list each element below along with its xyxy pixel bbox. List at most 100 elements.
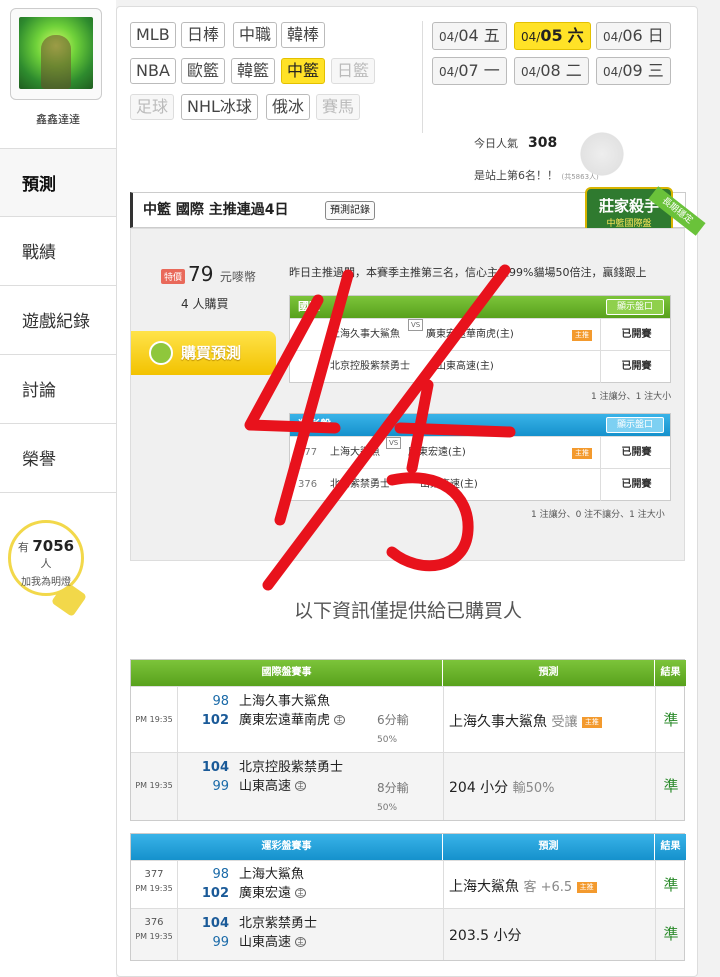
league-cpbl[interactable]: 中職 [233,22,278,48]
nav-item-record[interactable]: 戰績 [0,216,116,284]
nav-divider [0,492,116,493]
nav-item-discussion[interactable]: 討論 [0,354,116,422]
league-khl[interactable]: 俄冰 [266,94,311,120]
rank-line: 是站上第6名！！ (共5863人) [474,167,599,183]
away-team: 104 北京控股紫禁勇士 [189,758,343,777]
date-0405[interactable]: 04/05 六 [514,22,591,50]
title-streak: 主推連過4日 [208,202,289,218]
game-number: 377 [298,447,318,458]
game-time-value: PM 19:35 [135,932,173,941]
prediction-pick: 203.5 小分 [449,928,522,944]
intl-bet-note: 1 注讓分、1 注大小 [591,392,672,402]
fan-prefix: 有 [17,541,29,554]
date-0404[interactable]: 04/04 五 [432,22,507,50]
league-euro-basketball[interactable]: 歐籃 [181,58,226,84]
date-0408[interactable]: 04/08 二 [514,57,589,85]
date-weekday: 日 [647,26,664,45]
date-weekday: 五 [483,26,500,45]
game-time: 376 PM 19:35 [131,917,177,941]
home-number: 99 [212,779,229,794]
team-home: 山東高速(主) [420,479,478,490]
col-divider [443,909,444,960]
league-nhl[interactable]: NHL冰球 [181,94,258,120]
spread-value: 6分輸 [377,713,409,727]
buyer-count: 4 人購買 [181,297,229,311]
league-nba[interactable]: NBA [130,58,176,84]
date-0407[interactable]: 04/07 一 [432,57,507,85]
date-month: 04/ [439,65,459,79]
game-status: 已開賽 [600,437,672,469]
game-number: 376 [298,479,318,490]
game-time: PM 19:35 [135,715,173,724]
col-divider [443,753,444,820]
home-name: 山東高速 [239,779,292,794]
prediction: 上海久事大鯊魚 受讓 主推 [449,711,602,731]
result: 準 [663,925,679,943]
title-type: 國際 [175,202,204,218]
team-away: 北京紫禁勇士 [330,479,390,490]
home-number: 99 [212,935,229,950]
nav-item-game-log[interactable]: 遊戲紀錄 [0,285,116,353]
league-cba[interactable]: 中籃 [281,58,326,84]
list-item: 上海久事大鯊魚 VS 廣東宏遠華南虎(主) 主推 已開賽 [290,318,672,351]
date-day: 07 [458,61,479,80]
avatar[interactable] [19,17,93,89]
header-games: 國際盤賽事 [131,660,442,686]
popularity-line: 今日人氣 308 [474,135,557,151]
nav-item-predict[interactable]: 預測 [0,148,116,216]
table-row: PM 19:35 104 北京控股紫禁勇士 99 山東高速主 8分輸 50% 204 … [131,752,684,820]
prediction-box: 特價 79 元嘜幣 4 人購買 購買預測 昨日主推過關，本賽季主推第三名，信心主… [130,228,685,561]
home-mark: 主 [334,715,346,725]
away-name: 北京控股紫禁勇士 [239,760,344,775]
col-divider [443,861,444,908]
league-jp-basketball: 日籃 [331,58,376,84]
fan-bulb[interactable]: 有 7056 人 加我為明燈 [8,520,84,596]
date-day: 04 [458,26,479,45]
prediction-pick: 上海大鯊魚 [449,879,519,895]
home-name: 廣東宏遠華南虎 [239,713,331,728]
home-name: 廣東宏遠 [239,886,292,901]
main-pick-tag: 主推 [572,330,592,341]
avatar-frame[interactable] [10,8,102,100]
date-0406[interactable]: 04/06 日 [596,22,671,50]
buy-prediction-button[interactable]: 購買預測 [131,331,276,375]
show-odds-button[interactable]: 顯示盤口 [606,417,664,433]
prediction-record-button[interactable]: 預測記錄 [325,201,375,220]
league-kbo[interactable]: 韓棒 [281,22,326,48]
game-status: 已開賽 [600,319,672,351]
popularity-label: 今日人氣 [474,137,518,150]
vs-icon: VS [386,437,402,449]
league-mlb[interactable]: MLB [130,22,176,48]
list-item: 376 北京紫禁勇士 山東高速(主) 已開賽 [290,468,670,501]
date-0409[interactable]: 04/09 三 [596,57,671,85]
fan-count: 7056 [32,537,75,555]
header-result: 結果 [655,660,686,686]
header-prediction: 預測 [443,660,654,686]
away-team: 98 上海久事大鯊魚 [189,692,345,711]
date-weekday: 二 [565,61,582,80]
sidebar: 鑫鑫達達 預測 戰績 遊戲紀錄 討論 榮譽 有 7056 人 加我為明燈 [0,0,116,977]
home-name: 山東高速 [239,935,292,950]
col-divider [177,687,178,752]
prediction-extra: 受讓 [551,715,578,730]
rank-text: 是站上第6名！！ [474,169,558,182]
username[interactable]: 鑫鑫達達 [0,111,116,127]
date-day: 06 [622,26,643,45]
league-jp-baseball[interactable]: 日棒 [181,22,226,48]
lottery-bet-note: 1 注讓分、0 注不讓分、1 注大小 [531,510,665,520]
away-number: 104 [201,916,229,931]
lottery-panel-header: 運彩盤 顯示盤口 [290,414,670,436]
main-pick-tag: 主推 [572,448,592,459]
home-mark: 主 [295,781,307,791]
fan-unit: 人 [40,557,52,570]
show-odds-button[interactable]: 顯示盤口 [606,299,664,315]
league-kr-basketball[interactable]: 韓籃 [231,58,276,84]
home-team: 99 山東高速主 [189,933,317,952]
game-time: 377 PM 19:35 [131,869,177,893]
fan-label: 加我為明燈 [21,577,71,588]
buyers-only-notice: 以下資訊僅提供給已購買人 [293,600,522,622]
home-mark: 主 [295,888,307,898]
nav-item-honor[interactable]: 榮譽 [0,423,116,491]
away-name: 北京紫禁勇士 [239,916,318,931]
table-header: 國際盤賽事 預測 結果 [131,660,686,686]
